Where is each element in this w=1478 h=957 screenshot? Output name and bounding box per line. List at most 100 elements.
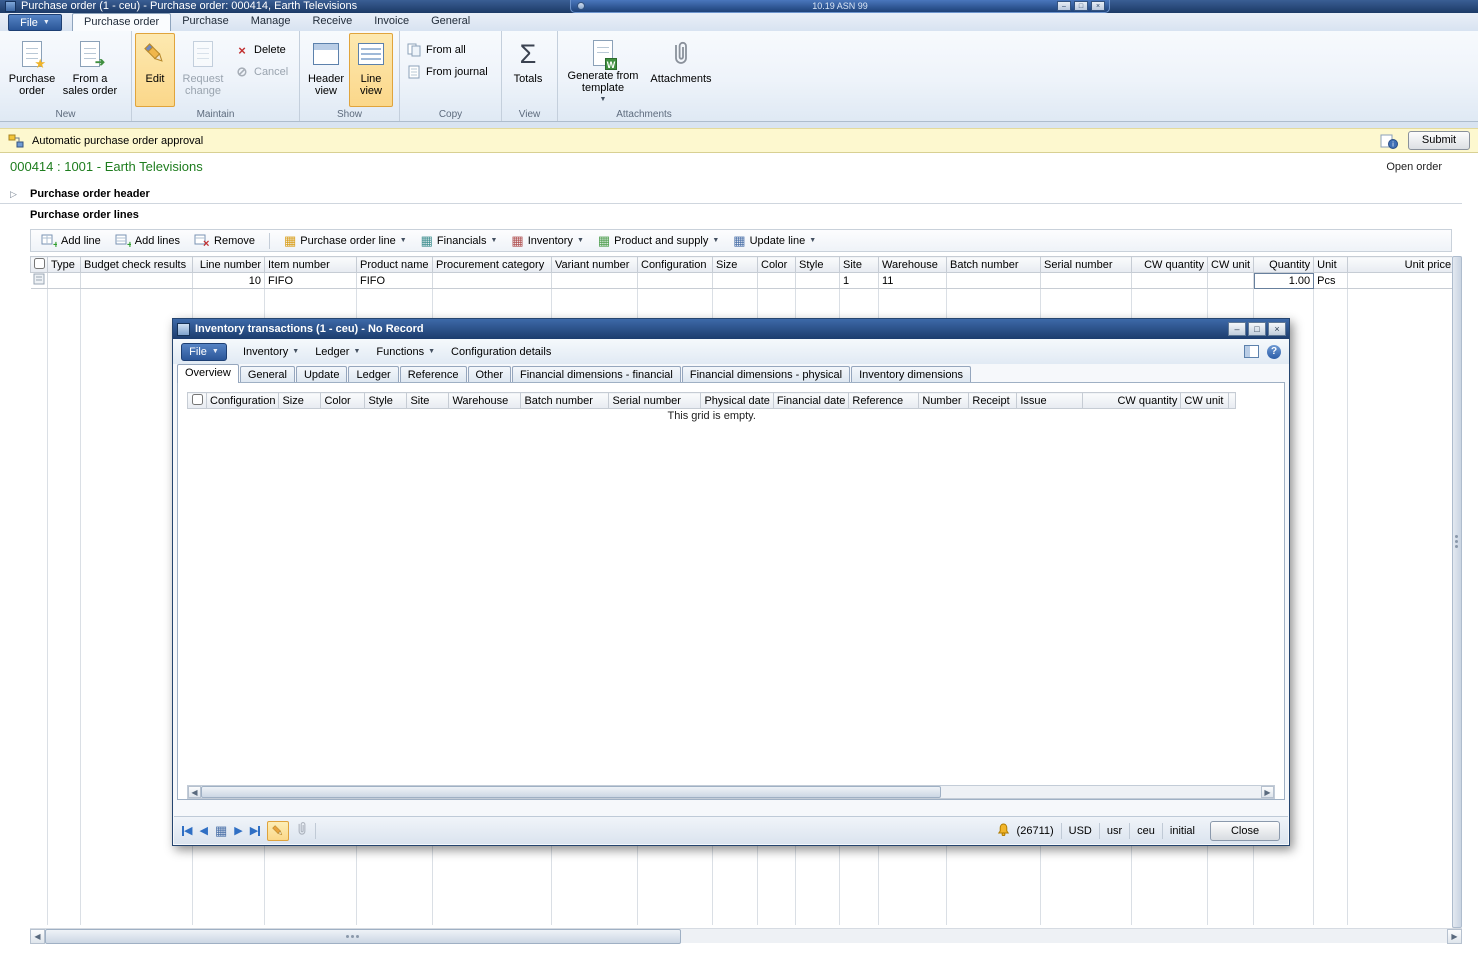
vertical-scrollbar-thumb[interactable]	[1452, 256, 1462, 928]
cell-product-name[interactable]: FIFO	[357, 273, 433, 289]
cell-configuration[interactable]	[638, 273, 713, 289]
cell-unit-price[interactable]	[1348, 273, 1455, 289]
minimize-icon[interactable]: –	[1057, 1, 1071, 11]
column-header-size[interactable]: Size	[279, 393, 321, 409]
financials-menu[interactable]: ▦ Financials ▼	[417, 233, 502, 248]
expand-triangle-icon[interactable]: ▷	[10, 189, 17, 200]
column-header-item-number[interactable]: Item number	[265, 257, 357, 273]
column-header-cw-quantity[interactable]: CW quantity	[1132, 257, 1208, 273]
generate-from-template-button[interactable]: W Generate from template ▼	[561, 33, 645, 107]
column-header-quantity[interactable]: Quantity	[1254, 257, 1314, 273]
dialog-tab-ledger[interactable]: Ledger	[348, 366, 398, 383]
cell-serial-number[interactable]	[1041, 273, 1132, 289]
edit-record-button[interactable]	[267, 821, 289, 841]
column-header-line-number[interactable]: Line number	[193, 257, 265, 273]
tab-purchase[interactable]: Purchase	[171, 13, 239, 31]
delete-button[interactable]: × Delete	[231, 41, 291, 59]
section-title-header[interactable]: Purchase order header	[30, 188, 150, 200]
scroll-right-arrow-icon[interactable]: ▶	[1261, 786, 1274, 798]
attachments-button[interactable]: Attachments	[645, 33, 717, 107]
restore-icon[interactable]: □	[1074, 1, 1088, 11]
pin-icon[interactable]	[577, 2, 585, 10]
column-header-size[interactable]: Size	[713, 257, 758, 273]
horizontal-scrollbar[interactable]: ◀ ▶	[30, 928, 1462, 943]
column-header-batch-number[interactable]: Batch number	[947, 257, 1041, 273]
column-header-number[interactable]: Number	[919, 393, 969, 409]
tab-purchase-order[interactable]: Purchase order	[72, 13, 171, 31]
column-header-serial-number[interactable]: Serial number	[1041, 257, 1132, 273]
remove-button[interactable]: × Remove	[190, 232, 259, 250]
file-menu-button[interactable]: File ▼	[8, 14, 62, 31]
column-header-configuration[interactable]: Configuration	[638, 257, 713, 273]
column-header-unit[interactable]: Unit	[1314, 257, 1348, 273]
close-icon[interactable]: ×	[1268, 322, 1286, 336]
column-header-configuration[interactable]: Configuration	[207, 393, 279, 409]
grid-view-button[interactable]: ▦	[215, 823, 227, 839]
request-change-button[interactable]: Request change	[175, 33, 231, 107]
purchase-order-button[interactable]: ★ Purchase order	[3, 33, 61, 107]
attach-document-button[interactable]	[296, 821, 308, 840]
column-header-cw-quantity[interactable]: CW quantity	[1083, 393, 1181, 409]
cell-cw-quantity[interactable]	[1132, 273, 1208, 289]
dialog-configuration-details-menu[interactable]: Configuration details	[451, 346, 551, 358]
from-journal-button[interactable]: From journal	[403, 63, 491, 81]
row-marker-icon[interactable]	[31, 273, 48, 289]
select-all-cell[interactable]	[188, 393, 207, 409]
column-header-batch-number[interactable]: Batch number	[521, 393, 609, 409]
cell-cw-unit[interactable]	[1208, 273, 1254, 289]
horizontal-scrollbar-thumb[interactable]	[45, 929, 681, 944]
column-header-warehouse[interactable]: Warehouse	[449, 393, 521, 409]
cell-unit[interactable]: Pcs	[1314, 273, 1348, 289]
cell-warehouse[interactable]: 11	[879, 273, 947, 289]
column-header-financial-date[interactable]: Financial date	[773, 393, 849, 409]
purchase-order-line-menu[interactable]: ▦ Purchase order line ▼	[280, 233, 411, 248]
first-record-button[interactable]: ◀	[182, 824, 192, 837]
column-header-receipt[interactable]: Receipt	[969, 393, 1017, 409]
dialog-tab-overview[interactable]: Overview	[177, 364, 239, 383]
column-header-cw-unit[interactable]: CW unit	[1181, 393, 1229, 409]
vertical-scrollbar[interactable]	[1452, 256, 1462, 928]
add-lines-button[interactable]: + Add lines	[111, 232, 184, 250]
column-header-physical-date[interactable]: Physical date	[701, 393, 773, 409]
close-button[interactable]: Close	[1210, 821, 1280, 841]
add-line-button[interactable]: + Add line	[37, 232, 105, 250]
cell-procurement-category[interactable]	[433, 273, 552, 289]
select-all-checkbox[interactable]	[34, 258, 45, 269]
dialog-ledger-menu[interactable]: Ledger ▼	[315, 346, 360, 358]
cell-budget-check-results[interactable]	[81, 273, 193, 289]
submit-button[interactable]: Submit	[1408, 131, 1470, 150]
cell-item-number[interactable]: FIFO	[265, 273, 357, 289]
alert-count[interactable]: (26711)	[1017, 825, 1054, 837]
dialog-tab-general[interactable]: General	[240, 366, 295, 383]
tab-general[interactable]: General	[420, 13, 481, 31]
cell-style[interactable]	[796, 273, 840, 289]
cancel-button[interactable]: ⊘ Cancel	[231, 63, 291, 81]
column-header-procurement-category[interactable]: Procurement category	[433, 257, 552, 273]
from-sales-order-button[interactable]: ➔ From a sales order	[61, 33, 119, 107]
previous-record-button[interactable]: ◀	[199, 824, 207, 837]
dialog-tab-other[interactable]: Other	[468, 366, 512, 383]
maximize-icon[interactable]: □	[1248, 322, 1266, 336]
product-and-supply-menu[interactable]: ▦ Product and supply ▼	[594, 233, 723, 248]
cell-color[interactable]	[758, 273, 796, 289]
column-header-cw-unit[interactable]: CW unit	[1208, 257, 1254, 273]
dialog-titlebar[interactable]: Inventory transactions (1 - ceu) - No Re…	[173, 319, 1289, 339]
column-header-issue[interactable]: Issue	[1017, 393, 1083, 409]
from-all-button[interactable]: From all	[403, 41, 491, 59]
select-all-checkbox[interactable]	[192, 394, 203, 405]
cell-batch-number[interactable]	[947, 273, 1041, 289]
dialog-tab-financial-dimensions-financial[interactable]: Financial dimensions - financial	[512, 366, 681, 383]
grid-row[interactable]: 10FIFOFIFO1111.00Pcs	[31, 273, 1455, 289]
tab-receive[interactable]: Receive	[301, 13, 363, 31]
cell-variant-number[interactable]	[552, 273, 638, 289]
edit-button[interactable]: Edit	[135, 33, 175, 107]
help-icon[interactable]: ?	[1267, 345, 1281, 359]
line-view-button[interactable]: Line view	[349, 33, 393, 107]
column-header-warehouse[interactable]: Warehouse	[879, 257, 947, 273]
workflow-info-icon[interactable]: i	[1380, 133, 1398, 149]
column-header-budget-check-results[interactable]: Budget check results	[81, 257, 193, 273]
scroll-left-arrow-icon[interactable]: ◀	[188, 786, 201, 798]
next-record-button[interactable]: ▶	[234, 824, 242, 837]
column-header-style[interactable]: Style	[365, 393, 407, 409]
dialog-horizontal-scrollbar[interactable]: ◀ ▶	[187, 785, 1275, 799]
